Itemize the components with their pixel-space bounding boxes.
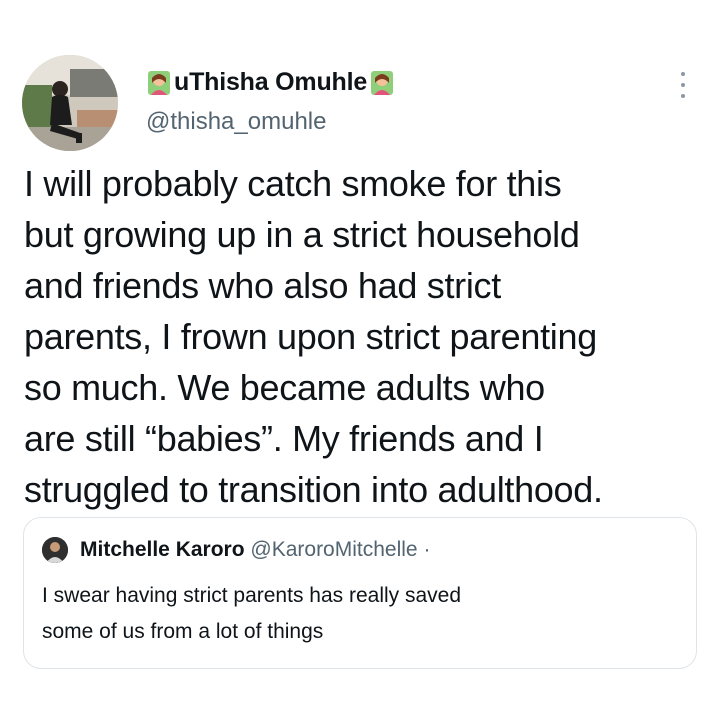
tweet: uThisha Omuhle @thisha_omuhle I will pro…	[0, 0, 720, 720]
tweet-text: I will probably catch smoke for this but…	[24, 163, 603, 510]
quote-separator: ·	[423, 538, 431, 561]
quote-author-avatar[interactable]	[42, 537, 68, 563]
quote-author-handle[interactable]: @KaroroMitchelle	[250, 538, 417, 561]
more-dot	[681, 94, 685, 98]
author-name: uThisha Omuhle	[174, 68, 368, 96]
author-handle[interactable]: @thisha_omuhle	[146, 108, 326, 136]
woman-tipping-hand-icon	[369, 69, 395, 97]
more-dot	[681, 83, 685, 87]
quote-text: I swear having strict parents has really…	[42, 584, 462, 643]
quote-header: Mitchelle Karoro @KaroroMitchelle ·	[80, 538, 430, 562]
author-avatar[interactable]	[22, 55, 118, 151]
avatar-photo	[22, 55, 118, 151]
woman-tipping-hand-icon	[146, 69, 172, 97]
author-name-row[interactable]: uThisha Omuhle	[146, 68, 395, 97]
quoted-tweet[interactable]: Mitchelle Karoro @KaroroMitchelle · I sw…	[23, 517, 697, 669]
quote-author-name[interactable]: Mitchelle Karoro	[80, 538, 245, 561]
more-options-icon[interactable]	[678, 72, 688, 98]
more-dot	[681, 72, 685, 76]
